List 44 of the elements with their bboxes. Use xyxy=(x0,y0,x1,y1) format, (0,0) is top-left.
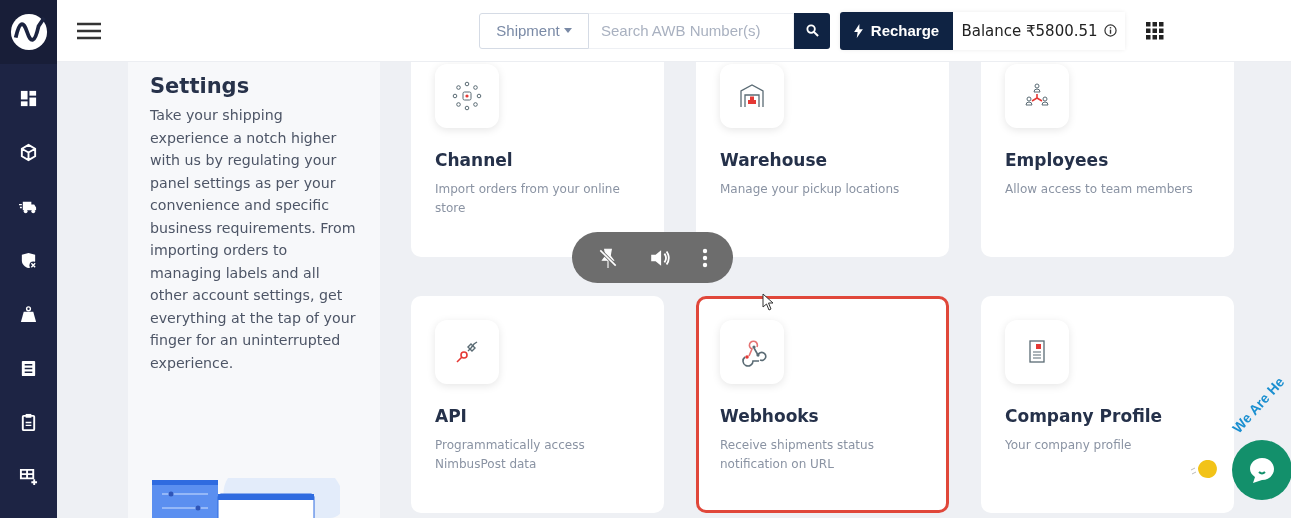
info-icon[interactable] xyxy=(1103,24,1117,37)
settings-description: Take your shipping experience a notch higher with us by regulating your panel settings as per your convenience and specific business requirements. From importing orders to managing labels and all other account settings, get everything at the tap of your finger for an uninterrupted experience. xyxy=(150,106,357,373)
card-description: Import orders from your online store xyxy=(435,181,621,217)
settings-card[interactable]: Webhooks Receive shipments status notification on URL xyxy=(696,295,949,513)
balance-text: Balance ₹5800.51 xyxy=(961,21,1098,40)
grid-plus-icon[interactable] xyxy=(19,467,38,486)
shipment-dropdown[interactable]: Shipment xyxy=(479,12,589,49)
box-icon[interactable] xyxy=(19,143,38,162)
search-button[interactable] xyxy=(794,12,830,49)
settings-title: Settings xyxy=(150,74,251,98)
recharge-button[interactable]: Recharge xyxy=(840,11,953,50)
card-title: Webhooks xyxy=(720,405,819,426)
menu-icon[interactable] xyxy=(77,21,101,40)
card-title: API xyxy=(435,405,467,426)
settings-card[interactable]: API Programmatically access NimbusPost data xyxy=(411,295,664,513)
card-title: Channel xyxy=(435,150,513,170)
search-icon xyxy=(805,24,819,37)
settings-card[interactable]: Channel Import orders from your online store xyxy=(411,62,664,257)
card-description: Programmatically access NimbusPost data xyxy=(435,436,586,473)
more-options-icon[interactable] xyxy=(701,247,708,268)
card-description: Manage your pickup locations xyxy=(720,181,901,198)
card-description: Your company profile xyxy=(1005,436,1133,454)
bolt-icon xyxy=(853,23,863,38)
logo-icon[interactable] xyxy=(9,13,48,51)
search-field[interactable]: Search AWB Number(s) xyxy=(589,12,794,49)
settings-card[interactable]: Warehouse Manage your pickup locations xyxy=(696,62,949,257)
card-description: Allow access to team members xyxy=(1005,181,1194,198)
list-icon[interactable] xyxy=(19,359,38,378)
unpin-icon[interactable] xyxy=(597,246,620,269)
cursor-icon xyxy=(762,293,774,311)
clipboard-icon[interactable] xyxy=(19,413,38,432)
chat-bubble-icon xyxy=(1247,455,1277,485)
caret-icon xyxy=(563,28,572,33)
settings-card[interactable]: Employees Allow access to team members xyxy=(981,62,1234,257)
dashboard-icon[interactable] xyxy=(19,89,38,108)
card-title: Company Profile xyxy=(1005,405,1163,426)
card-description: Receive shipments status notification on URL xyxy=(720,436,875,473)
weight-icon[interactable] xyxy=(19,305,38,324)
card-title: Employees xyxy=(1005,150,1109,170)
network-icon xyxy=(451,80,483,112)
apps-grid-icon[interactable] xyxy=(1146,21,1164,40)
shield-icon[interactable] xyxy=(19,251,38,270)
card-title: Warehouse xyxy=(720,150,828,170)
chat-button[interactable] xyxy=(1232,440,1291,500)
